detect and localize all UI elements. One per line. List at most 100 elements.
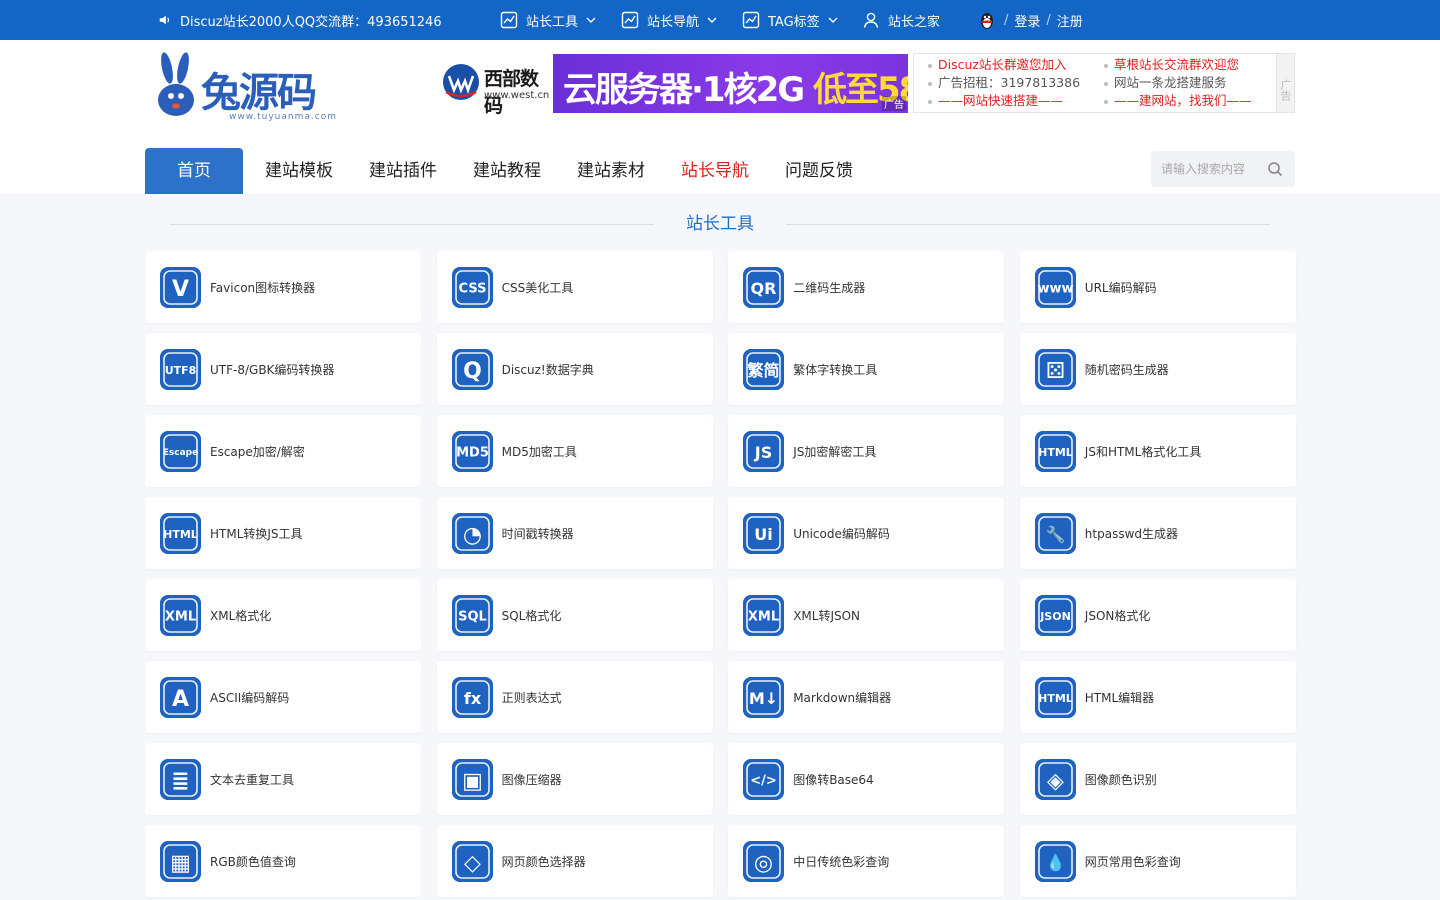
tool-name: 正则表达式 xyxy=(501,690,562,705)
text-icon: ≣ xyxy=(160,758,201,800)
chart-icon xyxy=(500,11,518,29)
svg-text:Ui: Ui xyxy=(754,524,772,543)
tool-card[interactable]: QR 二维码生成器 xyxy=(728,251,1005,323)
text-ad-link[interactable]: 广告招租：3197813386 xyxy=(928,74,1080,92)
tool-card[interactable]: V Favicon图标转换器 xyxy=(145,251,421,323)
svg-text:Escape: Escape xyxy=(163,448,198,458)
speaker-icon xyxy=(159,15,170,25)
tool-name: 网页颜色选择器 xyxy=(501,854,586,869)
search-icon[interactable] xyxy=(1267,161,1283,177)
tool-card[interactable]: ⚄ 随机密码生成器 xyxy=(1019,333,1296,405)
tool-card[interactable]: MD5 MD5加密工具 xyxy=(436,415,713,487)
nav-feedback[interactable]: 问题反馈 xyxy=(767,148,871,194)
tool-name: 繁体字转换工具 xyxy=(793,362,878,377)
nav-materials[interactable]: 建站素材 xyxy=(559,148,663,194)
tool-name: HTML编辑器 xyxy=(1084,690,1155,705)
tool-name: XML转JSON xyxy=(793,608,861,623)
svg-text:MD5: MD5 xyxy=(456,445,489,460)
chevron-down-icon xyxy=(586,17,596,23)
svg-text:⚄: ⚄ xyxy=(1046,358,1065,383)
top-bar: Discuz站长2000人QQ交流群：493651246 站长工具 站长导航 T… xyxy=(0,0,1440,40)
topnav-tools[interactable]: 站长工具 xyxy=(500,0,596,40)
tool-card[interactable]: ▣ 图像压缩器 xyxy=(436,743,713,815)
tool-card[interactable]: fx 正则表达式 xyxy=(436,661,713,733)
tool-card[interactable]: CSS CSS美化工具 xyxy=(436,251,713,323)
tool-card[interactable]: HTML HTML转换JS工具 xyxy=(145,497,421,569)
svg-text:▦: ▦ xyxy=(170,850,191,875)
tool-card[interactable]: </> 图像转Base64 xyxy=(728,743,1005,815)
tool-card[interactable]: 🔧 htpasswd生成器 xyxy=(1019,497,1296,569)
nav-tutorials[interactable]: 建站教程 xyxy=(455,148,559,194)
tool-name: Markdown编辑器 xyxy=(793,690,892,705)
west-logo-ad[interactable]: 西部数码 www.west.cn xyxy=(442,54,550,117)
separator: / xyxy=(1046,12,1051,28)
tool-card[interactable]: SQL SQL格式化 xyxy=(436,579,713,651)
topnav-tags[interactable]: TAG标签 xyxy=(742,0,838,40)
fanti-icon: 繁简 xyxy=(743,348,785,390)
tool-card[interactable]: JS JS加密解密工具 xyxy=(728,415,1005,487)
tool-card[interactable]: M↓ Markdown编辑器 xyxy=(728,661,1005,733)
topnav-label: 站长导航 xyxy=(647,14,700,30)
html-icon: HTML xyxy=(1034,676,1076,718)
nav-templates[interactable]: 建站模板 xyxy=(247,148,351,194)
tool-card[interactable]: 繁简 繁体字转换工具 xyxy=(728,333,1005,405)
cloud-server-banner-ad[interactable]: 云服务器·1核2G 低至58元 广告 xyxy=(553,54,908,113)
tool-card[interactable]: ◈ 图像颜色识别 xyxy=(1019,743,1296,815)
tool-grid: V Favicon图标转换器 CSS CSS美化工具 QR 二维码生成器 www URL编码解… xyxy=(145,251,1296,897)
tool-card[interactable]: ▦ RGB颜色值查询 xyxy=(145,825,421,897)
escape-icon: Escape xyxy=(160,430,201,472)
site-logo[interactable]: 兔源码 www.tuyuanma.com xyxy=(155,50,350,122)
wrench-icon: 🔧 xyxy=(1034,512,1076,554)
svg-text:QR: QR xyxy=(751,278,777,297)
tool-name: JS和HTML格式化工具 xyxy=(1084,444,1202,459)
tool-card[interactable]: XML XML格式化 xyxy=(145,579,421,651)
tool-card[interactable]: Escape Escape加密/解密 xyxy=(145,415,421,487)
logo-url: www.tuyuanma.com xyxy=(229,112,337,122)
xml-icon: XML xyxy=(160,594,201,636)
tool-card[interactable]: Ui Unicode编码解码 xyxy=(728,497,1005,569)
www-icon: www xyxy=(1034,266,1076,308)
tool-card[interactable]: UTF8 UTF-8/GBK编码转换器 xyxy=(145,333,421,405)
svg-text:www: www xyxy=(1037,281,1073,296)
tool-card[interactable]: ◔ 时间戳转换器 xyxy=(436,497,713,569)
tool-name: 随机密码生成器 xyxy=(1084,362,1169,377)
tool-name: 二维码生成器 xyxy=(793,280,866,295)
text-ad-link[interactable]: Discuz站长群邀您加入 xyxy=(928,56,1080,74)
main-nav: 首页 建站模板 建站插件 建站教程 建站素材 站长导航 问题反馈 xyxy=(145,148,871,194)
tool-card[interactable]: XML XML转JSON xyxy=(728,579,1005,651)
tool-card[interactable]: 💧 网页常用色彩查询 xyxy=(1019,825,1296,897)
topnav-navigation[interactable]: 站长导航 xyxy=(621,0,717,40)
section-title-text: 站长工具 xyxy=(686,214,754,234)
tool-card[interactable]: JSON JSON格式化 xyxy=(1019,579,1296,651)
svg-text:Q: Q xyxy=(463,358,482,383)
text-ad-link[interactable]: ——建网站，找我们—— xyxy=(1104,92,1252,110)
tool-card[interactable]: ≣ 文本去重复工具 xyxy=(145,743,421,815)
topnav-home[interactable]: 站长之家 xyxy=(862,0,940,40)
search-input[interactable] xyxy=(1151,151,1263,187)
tool-card[interactable]: HTML HTML编辑器 xyxy=(1019,661,1296,733)
tool-card[interactable]: www URL编码解码 xyxy=(1019,251,1296,323)
tool-card[interactable]: ◎ 中日传统色彩查询 xyxy=(728,825,1005,897)
text-ad-link[interactable]: ——网站快速搭建—— xyxy=(928,92,1080,110)
tool-card[interactable]: A ASCII编码解码 xyxy=(145,661,421,733)
tool-card[interactable]: ◇ 网页颜色选择器 xyxy=(436,825,713,897)
text-ad-link[interactable]: 草根站长交流群欢迎您 xyxy=(1104,56,1252,74)
svg-text:◔: ◔ xyxy=(462,522,481,547)
tool-card[interactable]: HTML JS和HTML格式化工具 xyxy=(1019,415,1296,487)
login-area: / 登录 / 注册 xyxy=(976,0,1083,40)
tool-name: 文本去重复工具 xyxy=(210,772,295,787)
nav-webmaster-navigation[interactable]: 站长导航 xyxy=(663,148,767,194)
tool-card[interactable]: Q Discuz!数据字典 xyxy=(436,333,713,405)
svg-text:JS: JS xyxy=(754,442,772,461)
register-link[interactable]: 注册 xyxy=(1057,11,1083,30)
ascii-icon: A xyxy=(160,676,201,718)
js-shield-icon: JS xyxy=(743,430,785,472)
chevron-down-icon xyxy=(828,17,838,23)
nav-plugins[interactable]: 建站插件 xyxy=(351,148,455,194)
nav-home[interactable]: 首页 xyxy=(145,148,243,194)
favicon-icon: V xyxy=(160,266,201,308)
base64-icon: </> xyxy=(743,758,785,800)
login-link[interactable]: 登录 xyxy=(1014,11,1040,30)
json-icon: JSON xyxy=(1034,594,1076,636)
text-ad-link[interactable]: 网站一条龙搭建服务 xyxy=(1104,74,1252,92)
